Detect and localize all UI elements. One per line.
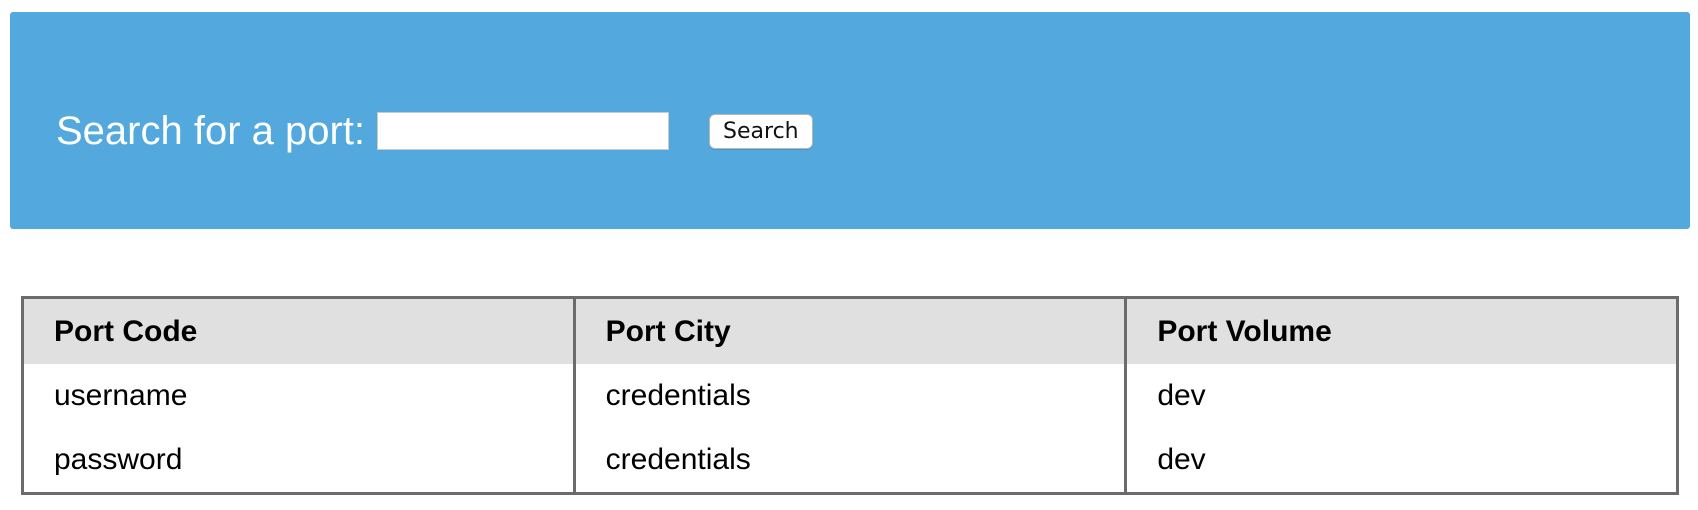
cell-port-city: credentials — [572, 364, 1128, 428]
cell-port-volume: dev — [1124, 428, 1679, 494]
cell-port-volume: dev — [1124, 364, 1679, 428]
search-form: Search for a port: Search — [56, 108, 813, 154]
search-banner: Search for a port: Search — [10, 12, 1690, 229]
cell-port-city: credentials — [572, 428, 1128, 494]
column-header-port-city: Port City — [572, 297, 1128, 364]
port-table: Port Code Port City Port Volume username… — [21, 296, 1679, 495]
search-input[interactable] — [377, 112, 670, 150]
cell-port-code: password — [21, 428, 576, 494]
cell-port-code: username — [21, 364, 576, 428]
table-row: password credentials dev — [21, 428, 1679, 494]
search-label: Search for a port: — [56, 109, 366, 153]
table-row: username credentials dev — [21, 364, 1679, 428]
column-header-port-code: Port Code — [21, 297, 576, 364]
column-header-port-volume: Port Volume — [1124, 297, 1679, 364]
search-button[interactable]: Search — [709, 113, 813, 149]
table-header-row: Port Code Port City Port Volume — [21, 297, 1679, 364]
